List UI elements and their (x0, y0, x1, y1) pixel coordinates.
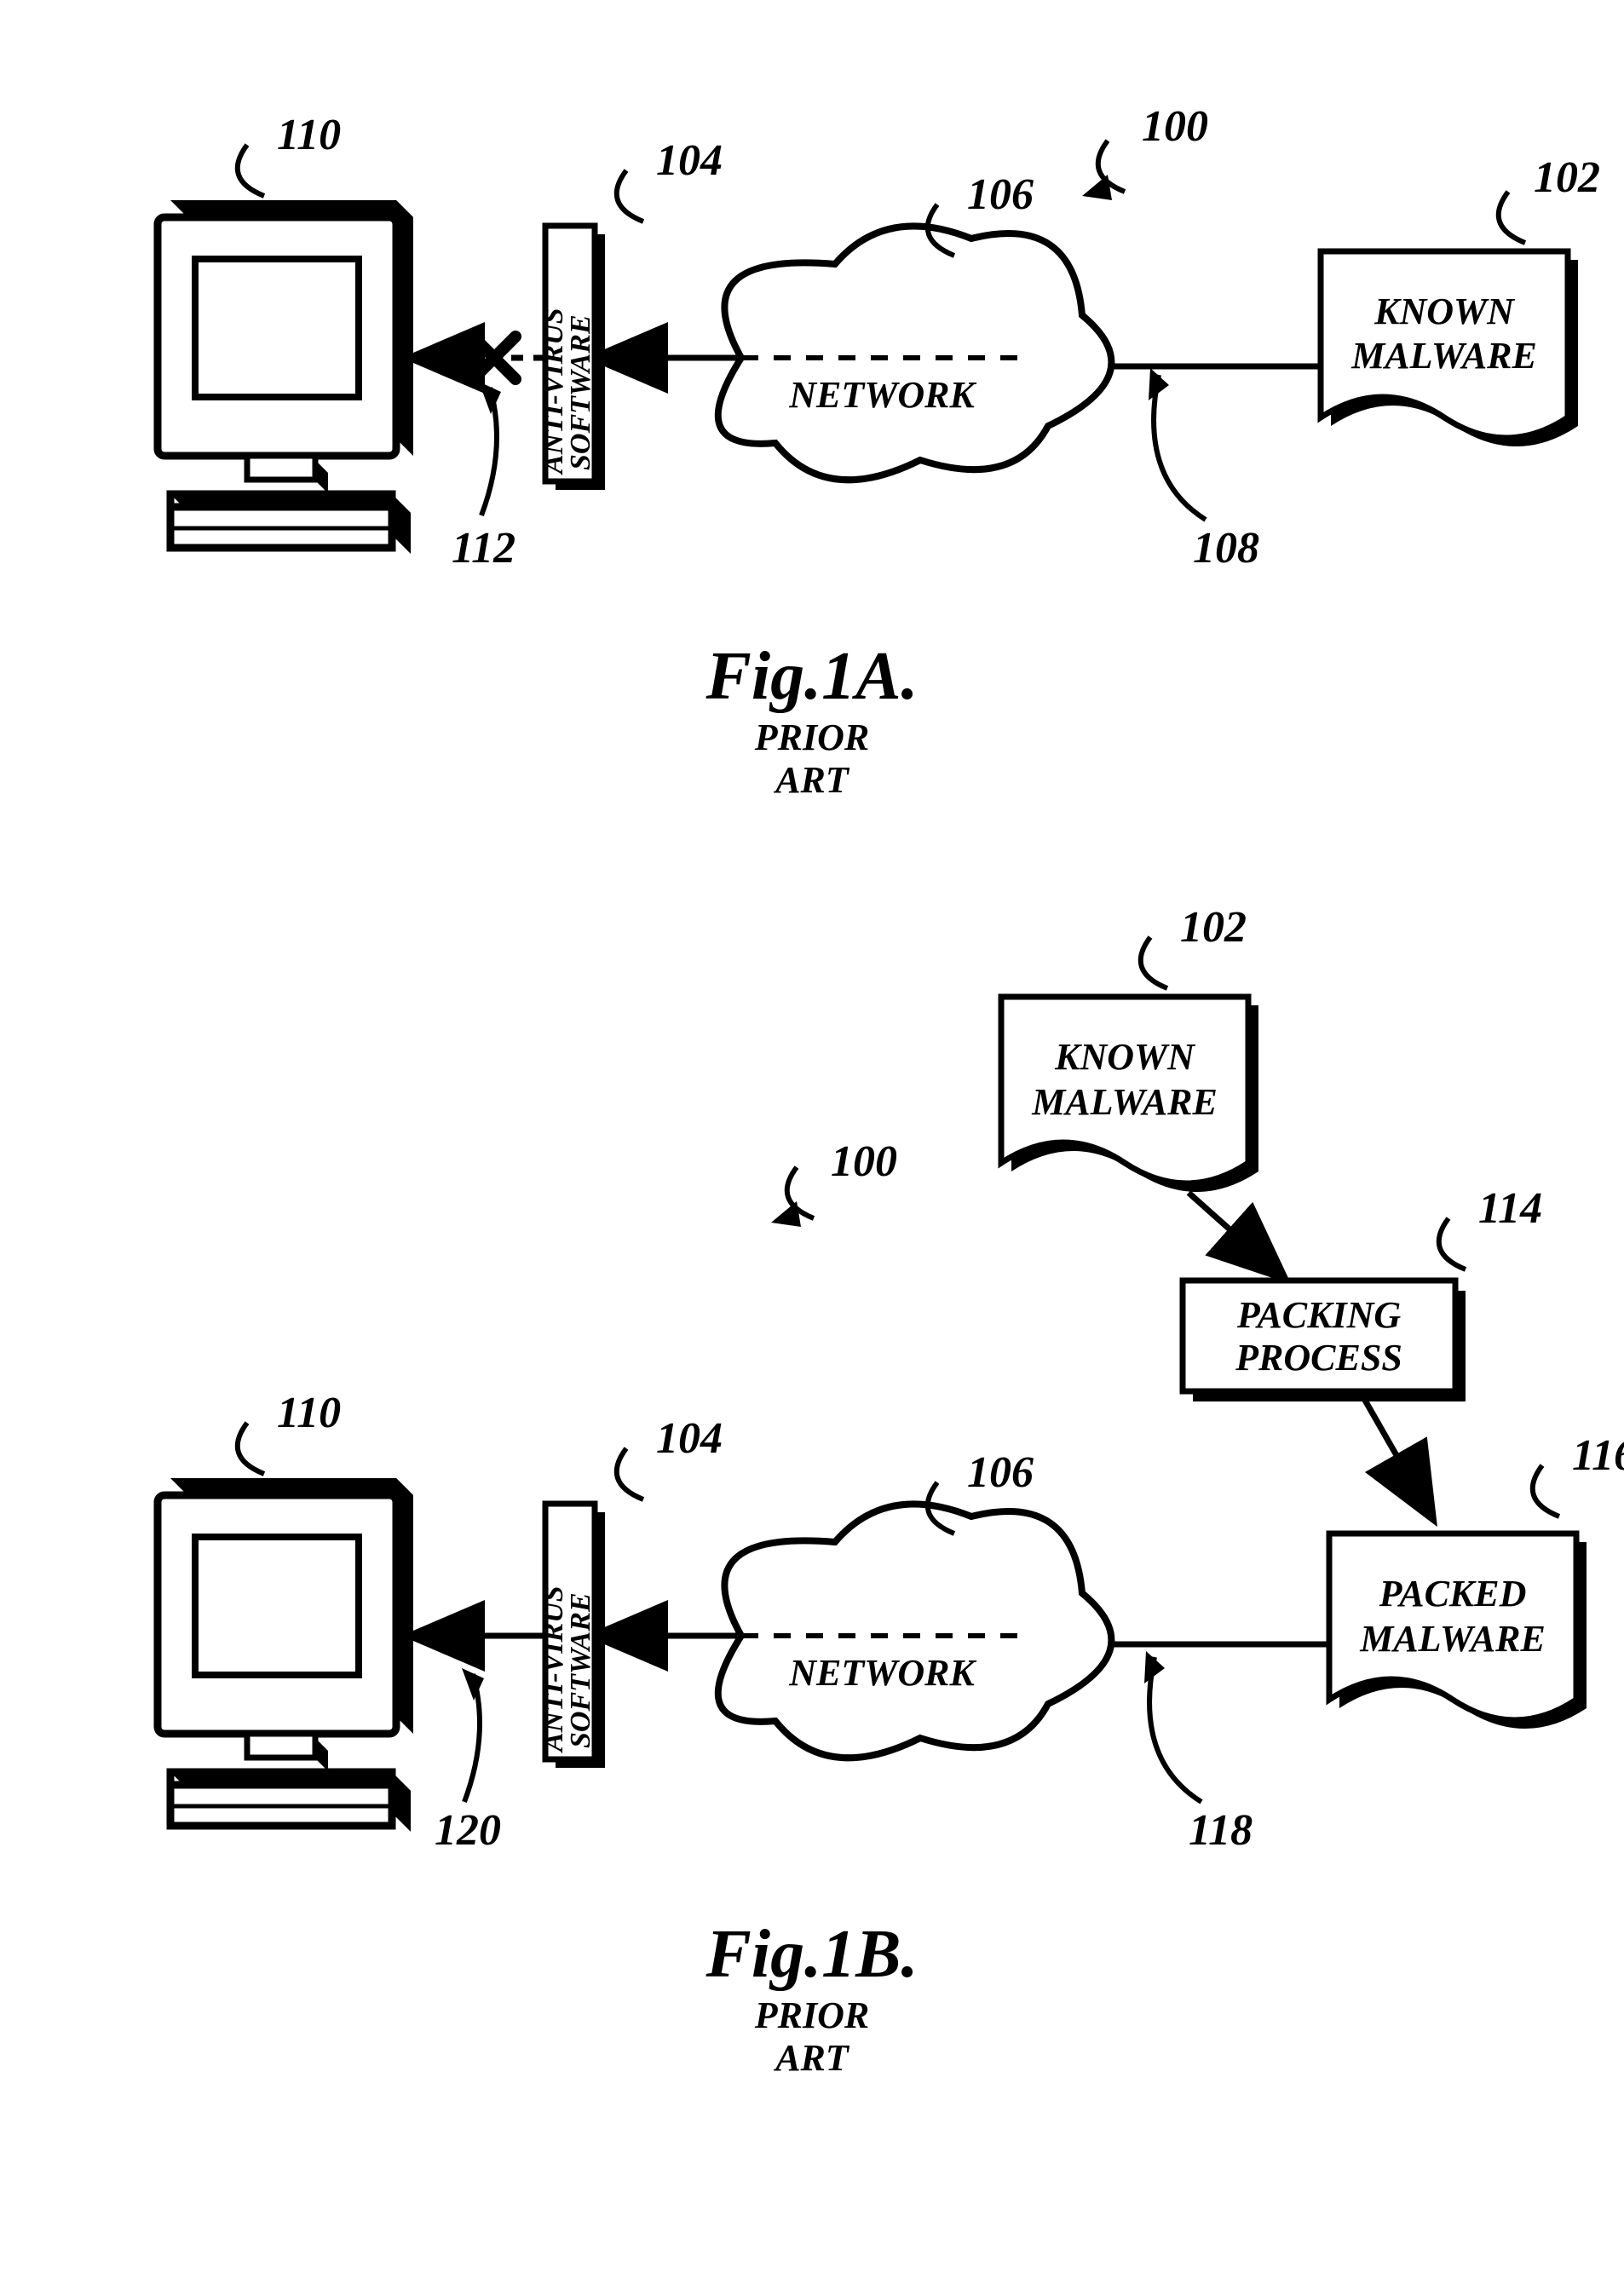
packed-l1: PACKED (1379, 1573, 1527, 1614)
antivirus-b-l2: SOFTWARE (565, 1592, 596, 1748)
packing-process: PACKING PROCESS (1183, 1280, 1466, 1401)
arrow (1189, 1193, 1282, 1276)
network-label: NETWORK (788, 374, 976, 416)
refnum-100b: 100 (831, 1137, 897, 1186)
network-b-label: NETWORK (788, 1652, 976, 1694)
refnum-112: 112 (452, 524, 515, 573)
antivirus-box: ANTI-VIRUS SOFTWARE (538, 226, 605, 490)
fig1b-sub1: PRIOR (754, 1994, 869, 2036)
malware-label-l2: MALWARE (1350, 335, 1537, 377)
malwareb-l2: MALWARE (1031, 1081, 1218, 1123)
packed-malware: PACKED MALWARE (1329, 1534, 1587, 1729)
refnum-100: 100 (1142, 102, 1208, 151)
refnum-106: 106 (967, 170, 1034, 219)
malware-label-l1: KNOWN (1373, 291, 1516, 332)
refnum-102: 102 (1534, 153, 1600, 202)
computer-icon (158, 200, 413, 554)
refnum-102b: 102 (1180, 903, 1247, 952)
malwareb-l1: KNOWN (1054, 1036, 1196, 1078)
figure-1b: 100 KNOWN MALWARE 102 PACKING PROCESS 11… (158, 903, 1624, 2079)
refnum-116: 116 (1572, 1431, 1624, 1480)
refnum-106b: 106 (967, 1448, 1034, 1497)
diagram: 100 KNOWN MALWARE 102 NETWORK 106 108 (0, 0, 1624, 2275)
refnum-104b: 104 (656, 1414, 723, 1463)
refnum-108: 108 (1193, 524, 1259, 573)
fig1b-sub2: ART (773, 2037, 850, 2079)
packing-l1: PACKING (1236, 1294, 1402, 1336)
fig1a-sub1: PRIOR (754, 717, 869, 758)
refnum-120: 120 (435, 1806, 501, 1855)
refnum-104: 104 (656, 136, 723, 185)
known-malware: KNOWN MALWARE (1321, 251, 1578, 446)
packed-l2: MALWARE (1359, 1618, 1546, 1660)
computer-icon-b (158, 1478, 413, 1832)
squiggle-arrow (1082, 175, 1112, 200)
network-cloud-b: NETWORK (718, 1504, 1112, 1758)
known-malware-b: KNOWN MALWARE (1001, 997, 1258, 1192)
antivirus-l2: SOFTWARE (565, 314, 596, 470)
network-cloud: NETWORK (718, 226, 1112, 480)
refnum-110b: 110 (277, 1389, 341, 1437)
arrow (1363, 1397, 1431, 1516)
fig1a-caption: Fig.1A. (705, 639, 919, 714)
fig1a-sub2: ART (773, 759, 850, 801)
antivirus-box-b: ANTI-VIRUS SOFTWARE (538, 1504, 605, 1768)
block-x (473, 337, 515, 379)
figure-1a: 100 KNOWN MALWARE 102 NETWORK 106 108 (158, 102, 1600, 801)
refnum-114: 114 (1478, 1184, 1542, 1233)
refnum-110: 110 (277, 111, 341, 159)
packing-l2: PROCESS (1235, 1337, 1402, 1378)
fig1b-caption: Fig.1B. (705, 1917, 919, 1992)
refnum-118: 118 (1189, 1806, 1253, 1855)
